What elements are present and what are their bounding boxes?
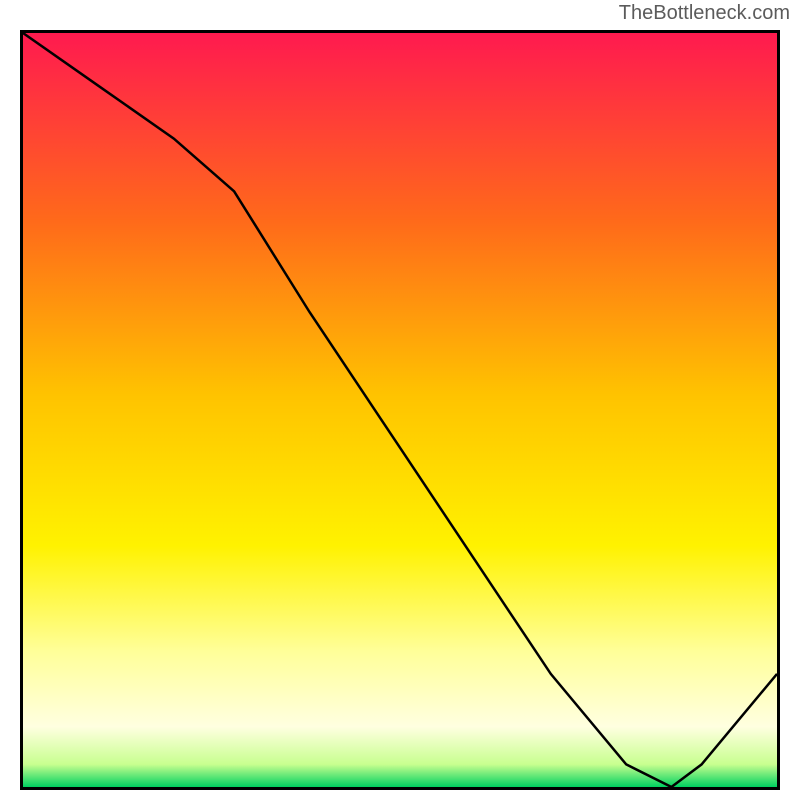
chart-plot-area <box>20 30 780 790</box>
chart-background <box>23 33 777 787</box>
chart-svg <box>23 33 777 787</box>
attribution-text: TheBottleneck.com <box>619 2 790 25</box>
